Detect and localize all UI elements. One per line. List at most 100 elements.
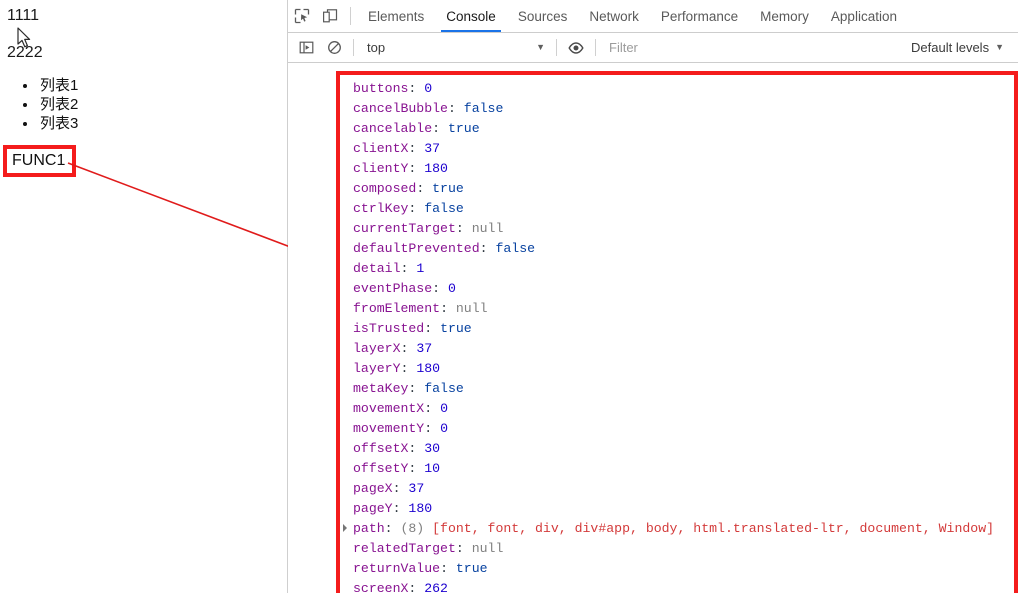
console-output-area[interactable]: buttons: 0 cancelBubble: false cancelable:… [288, 63, 1018, 593]
property-value: 0 [440, 401, 448, 416]
property-key: composed [353, 181, 417, 196]
expand-triangle-icon[interactable] [343, 524, 347, 532]
property-colon: : [479, 241, 496, 256]
property-key: returnValue [353, 561, 441, 576]
console-property-row: screenX: 262 [348, 579, 1014, 593]
property-key: isTrusted [353, 321, 425, 336]
property-value: false [424, 381, 464, 396]
tab-console[interactable]: Console [435, 0, 507, 32]
property-key: screenX [353, 581, 409, 593]
clear-console-button[interactable] [320, 34, 348, 62]
property-key: buttons [353, 81, 409, 96]
property-value: 37 [408, 481, 425, 496]
property-colon: : [384, 521, 401, 536]
console-property-row: fromElement: null [348, 299, 1014, 319]
property-key: eventPhase [353, 281, 433, 296]
property-value: [font, font, div, div#app, body, html.tr… [432, 521, 995, 536]
func1-button[interactable]: FUNC1 [3, 145, 77, 177]
filterbar-divider [353, 39, 354, 56]
array-length: (8) [400, 521, 433, 536]
console-property-row: offsetY: 10 [348, 459, 1014, 479]
console-property-row: movementY: 0 [348, 419, 1014, 439]
property-colon: : [424, 321, 441, 336]
console-property-row: metaKey: false [348, 379, 1014, 399]
property-value: 180 [408, 501, 433, 516]
property-value: 37 [424, 141, 441, 156]
property-colon: : [432, 281, 448, 296]
live-expression-eye-icon [568, 41, 584, 54]
screenshot-root: 1111 2222 列表1 列表2 列表3 FUNC1 [0, 0, 1018, 593]
property-key: pageX [353, 481, 393, 496]
console-property-row: offsetX: 30 [348, 439, 1014, 459]
page-text-2222: 2222 [7, 44, 43, 61]
console-property-row: isTrusted: true [348, 319, 1014, 339]
page-text-1111: 1111 [7, 7, 40, 24]
chevron-down-icon: ▼ [536, 42, 545, 52]
console-sidebar-toggle[interactable] [292, 34, 320, 62]
filterbar-divider [556, 39, 557, 56]
device-toolbar-button[interactable] [316, 0, 344, 32]
clear-console-icon [327, 41, 341, 54]
property-colon: : [392, 501, 409, 516]
devtools-panel: Elements Console Sources Network Perform… [288, 0, 1018, 593]
property-colon: : [416, 181, 433, 196]
console-property-list: buttons: 0 cancelBubble: false cancelable:… [340, 75, 1014, 593]
property-key: movementY [353, 421, 425, 436]
devtools-tabbar: Elements Console Sources Network Perform… [288, 0, 1018, 33]
property-colon: : [400, 341, 417, 356]
page-list: 列表1 列表2 列表3 [0, 76, 78, 133]
property-value: 262 [424, 581, 448, 593]
console-property-row: buttons: 0 [348, 79, 1014, 99]
property-value: false [495, 241, 536, 256]
property-colon: : [408, 581, 425, 593]
property-key: layerY [353, 361, 401, 376]
console-filter-bar: top ▼ Default levels ▼ [288, 33, 1018, 63]
tab-elements[interactable]: Elements [357, 0, 435, 32]
property-value: null [471, 541, 504, 556]
property-key: currentTarget [353, 221, 456, 236]
property-value: 37 [416, 341, 433, 356]
tab-performance[interactable]: Performance [650, 0, 749, 32]
console-property-row: eventPhase: 0 [348, 279, 1014, 299]
log-levels-select[interactable]: Default levels ▼ [901, 37, 1018, 59]
console-property-row: composed: true [348, 179, 1014, 199]
tab-label: Console [446, 8, 496, 24]
tab-sources[interactable]: Sources [507, 0, 579, 32]
property-key: fromElement [353, 301, 441, 316]
property-key: detail [353, 261, 401, 276]
console-property-row: ctrlKey: false [348, 199, 1014, 219]
property-value: 180 [416, 361, 441, 376]
property-value: true [447, 121, 480, 136]
execution-context-select[interactable]: top ▼ [359, 37, 551, 59]
console-property-row: movementX: 0 [348, 399, 1014, 419]
tab-memory[interactable]: Memory [749, 0, 820, 32]
console-property-row[interactable]: path: (8) [font, font, div, div#app, bod… [343, 519, 1014, 539]
property-key: layerX [353, 341, 401, 356]
property-key: offsetX [353, 441, 409, 456]
list-item: 列表1 [38, 76, 78, 95]
property-value: 0 [424, 81, 433, 96]
console-property-row: layerY: 180 [348, 359, 1014, 379]
property-colon: : [424, 401, 441, 416]
property-key: cancelBubble [353, 101, 448, 116]
execution-context-value: top [367, 40, 386, 55]
live-expression-button[interactable] [562, 34, 590, 62]
console-property-row: defaultPrevented: false [348, 239, 1014, 259]
list-item: 列表2 [38, 95, 78, 114]
property-key: movementX [353, 401, 425, 416]
property-value: 180 [424, 161, 448, 176]
console-property-row: layerX: 37 [348, 339, 1014, 359]
property-key: path [353, 521, 385, 536]
tab-network[interactable]: Network [578, 0, 650, 32]
property-colon: : [408, 161, 425, 176]
inspect-element-button[interactable] [288, 0, 316, 32]
property-key: ctrlKey [353, 201, 409, 216]
console-filter-input[interactable] [601, 36, 902, 59]
tab-label: Network [589, 8, 639, 24]
tab-application[interactable]: Application [820, 0, 908, 32]
property-key: clientY [353, 161, 409, 176]
property-colon: : [392, 481, 409, 496]
property-value: 0 [447, 281, 456, 296]
filterbar-divider [595, 39, 596, 56]
property-key: metaKey [353, 381, 409, 396]
